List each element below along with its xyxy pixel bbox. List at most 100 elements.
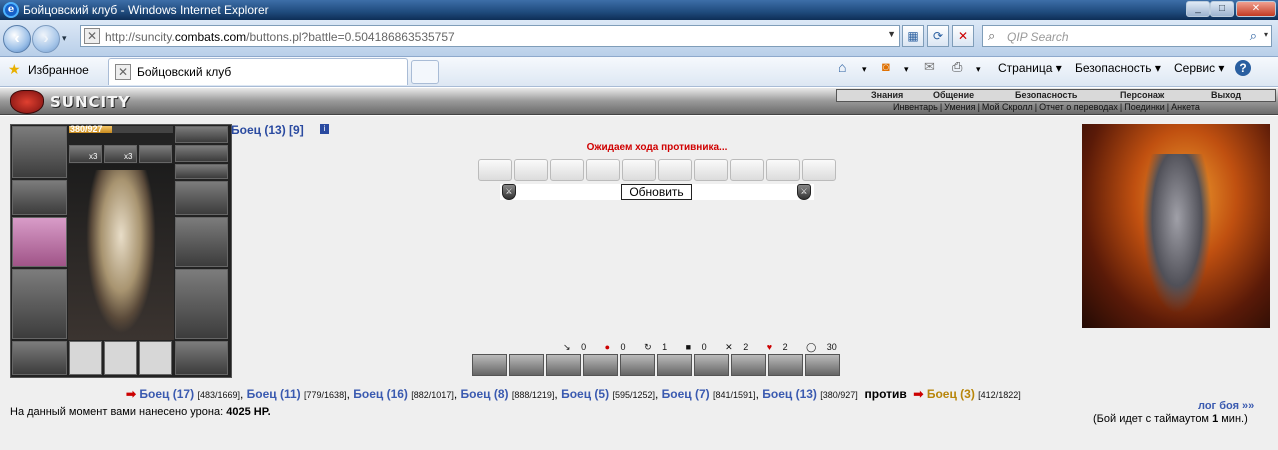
bracers-slot[interactable] bbox=[12, 180, 67, 215]
menu-security[interactable]: Безопасность bbox=[1015, 90, 1077, 101]
mail-icon[interactable]: ✉ bbox=[924, 59, 935, 75]
compat-view-icon[interactable]: ▦ bbox=[902, 25, 924, 47]
action-scroll-9[interactable] bbox=[766, 159, 800, 181]
skill-3[interactable] bbox=[546, 354, 581, 376]
new-tab-button[interactable] bbox=[411, 60, 439, 84]
tools-menu[interactable]: Сервис ▾ bbox=[1174, 61, 1224, 75]
stat-block: ■ 0 bbox=[685, 342, 707, 352]
action-scroll-2[interactable] bbox=[514, 159, 548, 181]
stat-counter: ↻ 1 bbox=[644, 342, 668, 352]
offhand-slot[interactable] bbox=[175, 217, 228, 267]
skill-1[interactable] bbox=[472, 354, 507, 376]
submenu-inventory[interactable]: Инвентарь bbox=[893, 102, 938, 112]
forward-icon[interactable]: › bbox=[32, 25, 60, 53]
menu-communication[interactable]: Общение bbox=[933, 90, 974, 101]
safety-menu[interactable]: Безопасность ▾ bbox=[1075, 61, 1161, 75]
boots-slot[interactable] bbox=[175, 341, 228, 375]
skill-9[interactable] bbox=[768, 354, 803, 376]
submenu-my-scroll[interactable]: Мой Скролл bbox=[982, 102, 1033, 112]
action-scroll-1[interactable] bbox=[478, 159, 512, 181]
print-dropdown-icon[interactable]: ▾ bbox=[976, 64, 981, 75]
ring-slot-3[interactable] bbox=[139, 341, 172, 375]
search-input[interactable]: ⌕ QIP Search ⌕ ▾ bbox=[982, 25, 1272, 47]
shield-icon: ◯ bbox=[806, 342, 817, 352]
hp-text: 380/927 bbox=[70, 124, 103, 134]
print-icon[interactable]: ⎙ bbox=[952, 59, 962, 75]
tab-favicon-icon: ✕ bbox=[115, 64, 131, 80]
stop-icon[interactable]: ✕ bbox=[952, 25, 974, 47]
search-go-icon[interactable]: ⌕ bbox=[1250, 28, 1257, 44]
earrings-slot[interactable] bbox=[175, 126, 228, 143]
scroll-count-1: x3 bbox=[89, 152, 98, 161]
action-scroll-3[interactable] bbox=[550, 159, 584, 181]
ring-slot-1[interactable] bbox=[69, 341, 102, 375]
action-scroll-7[interactable] bbox=[694, 159, 728, 181]
maximize-button[interactable]: □ bbox=[1210, 1, 1234, 17]
submenu-duels[interactable]: Поединки bbox=[1124, 102, 1165, 112]
close-button[interactable]: ✕ bbox=[1236, 1, 1276, 17]
menu-exit[interactable]: Выход bbox=[1211, 90, 1241, 101]
action-scroll-5[interactable] bbox=[622, 159, 656, 181]
armor-slot[interactable] bbox=[12, 269, 67, 339]
menu-character[interactable]: Персонаж bbox=[1120, 90, 1164, 101]
search-icon: ⌕ bbox=[988, 28, 996, 43]
back-icon[interactable]: ‹ bbox=[3, 25, 31, 53]
scroll-slot-3[interactable] bbox=[139, 145, 172, 163]
address-bar[interactable]: ✕ http://suncity.combats.com/buttons.pl?… bbox=[80, 25, 900, 47]
favorites-button[interactable]: Избранное bbox=[28, 63, 89, 77]
combatant-team-a: Боец (8) [888/1219] bbox=[460, 387, 555, 401]
helmet-slot[interactable] bbox=[12, 126, 67, 178]
skill-8[interactable] bbox=[731, 354, 766, 376]
action-scroll-4[interactable] bbox=[586, 159, 620, 181]
amulet-slot[interactable] bbox=[175, 145, 228, 162]
window-title: Бойцовский клуб - Windows Internet Explo… bbox=[23, 3, 269, 17]
search-dropdown-icon[interactable]: ▾ bbox=[1264, 30, 1268, 39]
refresh-button[interactable]: Обновить bbox=[621, 184, 692, 200]
enemy-name[interactable]: Боец (13) [9] bbox=[231, 123, 304, 137]
history-dropdown-icon[interactable]: ▾ bbox=[62, 33, 67, 44]
search-placeholder: QIP Search bbox=[1007, 30, 1069, 44]
ring-slot-2[interactable] bbox=[104, 341, 137, 375]
legs-slot[interactable] bbox=[175, 269, 228, 339]
address-dropdown-icon[interactable]: ▼ bbox=[887, 29, 896, 39]
versus-label: против bbox=[864, 387, 907, 401]
weapon-slot[interactable] bbox=[12, 217, 67, 267]
tab-active[interactable]: ✕ Бойцовский клуб bbox=[108, 58, 408, 85]
favorites-star-icon[interactable]: ★ bbox=[8, 61, 21, 78]
home-icon[interactable]: ⌂ bbox=[838, 59, 846, 75]
rings-slot[interactable] bbox=[175, 164, 228, 179]
counter-icon: ↻ bbox=[644, 342, 652, 352]
skill-7[interactable] bbox=[694, 354, 729, 376]
skill-2[interactable] bbox=[509, 354, 544, 376]
combatant-team-a: Боец (13) [380/927] bbox=[762, 387, 858, 401]
emblem-right-icon: ⚔ bbox=[797, 184, 811, 200]
action-scroll-10[interactable] bbox=[802, 159, 836, 181]
skill-5[interactable] bbox=[620, 354, 655, 376]
character-figure bbox=[68, 164, 174, 340]
rss-dropdown-icon[interactable]: ▾ bbox=[904, 64, 909, 75]
help-icon[interactable]: ? bbox=[1235, 60, 1251, 76]
stat-fire: ● 0 bbox=[604, 342, 626, 352]
stat-sword: ↘ 0 bbox=[563, 342, 587, 352]
heart-icon: ♥ bbox=[766, 342, 773, 352]
submenu-transfer-report[interactable]: Отчет о переводах bbox=[1039, 102, 1118, 112]
emblem-left-icon: ⚔ bbox=[502, 184, 516, 200]
page-menu[interactable]: Страница ▾ bbox=[998, 61, 1062, 75]
skill-10[interactable] bbox=[805, 354, 840, 376]
rss-icon[interactable]: ◙ bbox=[882, 59, 890, 74]
minimize-button[interactable]: _ bbox=[1186, 1, 1210, 17]
battle-log-link[interactable]: лог боя »» bbox=[1198, 400, 1254, 412]
skill-6[interactable] bbox=[657, 354, 692, 376]
belt-slot[interactable] bbox=[12, 341, 67, 375]
home-dropdown-icon[interactable]: ▾ bbox=[862, 64, 867, 75]
action-scroll-6[interactable] bbox=[658, 159, 692, 181]
submenu-skills[interactable]: Умения bbox=[944, 102, 975, 112]
skill-4[interactable] bbox=[583, 354, 618, 376]
submenu-profile[interactable]: Анкета bbox=[1171, 102, 1200, 112]
action-scroll-8[interactable] bbox=[730, 159, 764, 181]
menu-knowledge[interactable]: Знания bbox=[871, 90, 903, 101]
game-top-menu: Знания Общение Безопасность Персонаж Вых… bbox=[836, 89, 1276, 102]
refresh-page-icon[interactable]: ⟳ bbox=[927, 25, 949, 47]
info-icon[interactable]: i bbox=[320, 124, 329, 134]
gloves-slot[interactable] bbox=[175, 181, 228, 215]
